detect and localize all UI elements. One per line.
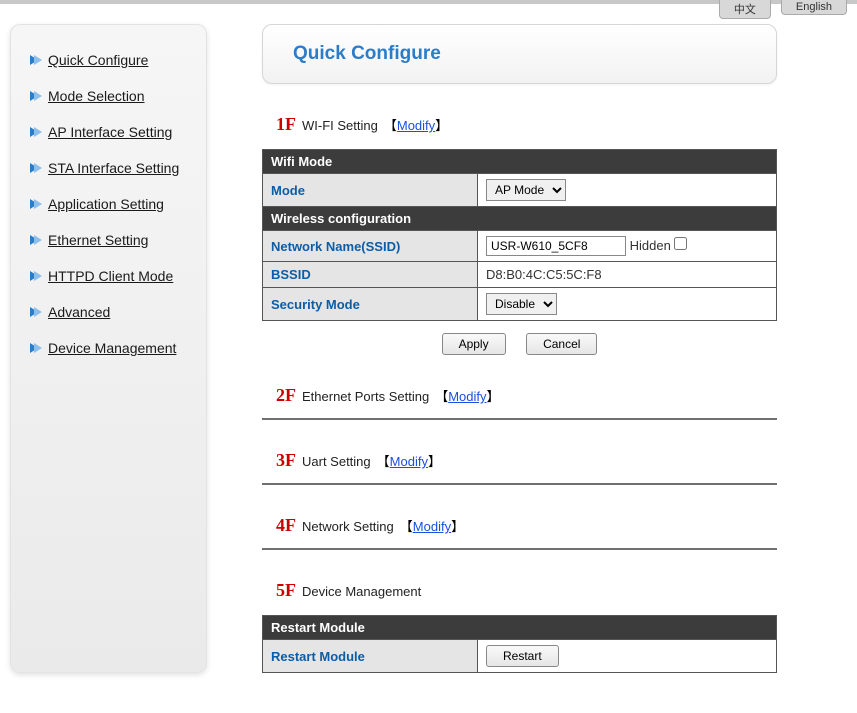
section-label: Device Management	[302, 584, 421, 599]
security-mode-select[interactable]: Disable	[486, 293, 557, 315]
section-number: 4F	[276, 515, 296, 536]
sidebar-item-label: STA Interface Setting	[48, 160, 179, 176]
section-number: 1F	[276, 114, 296, 135]
restart-label: Restart Module	[263, 640, 478, 673]
page-header: Quick Configure	[262, 24, 777, 84]
arrow-right-icon	[28, 125, 42, 139]
sidebar-item-httpd[interactable]: HTTPD Client Mode	[18, 258, 199, 294]
bssid-value: D8:B0:4C:C5:5C:F8	[478, 262, 777, 288]
arrow-right-icon	[28, 305, 42, 319]
section-uart-heading: 3F Uart Setting 【Modify】	[262, 450, 777, 471]
restart-table: Restart Module Restart Module Restart	[262, 615, 777, 673]
sidebar-item-ethernet[interactable]: Ethernet Setting	[18, 222, 199, 258]
security-mode-label: Security Mode	[263, 288, 478, 321]
sidebar-item-label: Ethernet Setting	[48, 232, 148, 248]
modify-uart-link[interactable]: Modify	[390, 454, 428, 469]
sidebar-item-label: Application Setting	[48, 196, 164, 212]
hidden-label: Hidden	[630, 238, 671, 253]
sidebar-item-sta-interface[interactable]: STA Interface Setting	[18, 150, 199, 186]
sidebar-item-label: Quick Configure	[48, 52, 148, 68]
arrow-right-icon	[28, 161, 42, 175]
arrow-right-icon	[28, 269, 42, 283]
section-label: Network Setting	[302, 519, 394, 534]
sidebar: Quick Configure Mode Selection AP Interf…	[10, 24, 207, 673]
divider	[262, 418, 777, 420]
sidebar-item-label: Advanced	[48, 304, 110, 320]
sidebar-item-application[interactable]: Application Setting	[18, 186, 199, 222]
section-label: Ethernet Ports Setting	[302, 389, 429, 404]
sidebar-item-label: Device Management	[48, 340, 176, 356]
section-number: 2F	[276, 385, 296, 406]
section-number: 5F	[276, 580, 296, 601]
section-label: WI-FI Setting	[302, 118, 378, 133]
sidebar-item-label: HTTPD Client Mode	[48, 268, 173, 284]
section-network-heading: 4F Network Setting 【Modify】	[262, 515, 777, 536]
modify-ethernet-link[interactable]: Modify	[448, 389, 486, 404]
arrow-right-icon	[28, 197, 42, 211]
sidebar-item-mode-selection[interactable]: Mode Selection	[18, 78, 199, 114]
lang-zh-button[interactable]: 中文	[719, 0, 771, 19]
hidden-checkbox[interactable]	[674, 237, 687, 250]
arrow-right-icon	[28, 89, 42, 103]
sidebar-item-label: AP Interface Setting	[48, 124, 172, 140]
apply-button[interactable]: Apply	[442, 333, 506, 355]
wifi-mode-group-header: Wifi Mode	[263, 150, 777, 174]
section-wifi-heading: 1F WI-FI Setting 【Modify】	[262, 114, 777, 135]
sidebar-item-device-management[interactable]: Device Management	[18, 330, 199, 366]
lang-en-button[interactable]: English	[781, 0, 847, 15]
section-number: 3F	[276, 450, 296, 471]
page-title: Quick Configure	[293, 43, 746, 65]
sidebar-item-label: Mode Selection	[48, 88, 145, 104]
modify-network-link[interactable]: Modify	[413, 519, 451, 534]
cancel-button[interactable]: Cancel	[526, 333, 597, 355]
bssid-label: BSSID	[263, 262, 478, 288]
sidebar-item-advanced[interactable]: Advanced	[18, 294, 199, 330]
ssid-label: Network Name(SSID)	[263, 231, 478, 262]
sidebar-item-ap-interface[interactable]: AP Interface Setting	[18, 114, 199, 150]
section-label: Uart Setting	[302, 454, 371, 469]
modify-wifi-link[interactable]: Modify	[397, 118, 435, 133]
arrow-right-icon	[28, 341, 42, 355]
section-ethernet-heading: 2F Ethernet Ports Setting 【Modify】	[262, 385, 777, 406]
wireless-config-group-header: Wireless configuration	[263, 207, 777, 231]
divider	[262, 483, 777, 485]
divider	[262, 548, 777, 550]
wifi-config-table: Wifi Mode Mode AP Mode Wireless configur…	[262, 149, 777, 321]
mode-select[interactable]: AP Mode	[486, 179, 566, 201]
restart-group-header: Restart Module	[263, 616, 777, 640]
arrow-right-icon	[28, 233, 42, 247]
main: Quick Configure 1F WI-FI Setting 【Modify…	[262, 24, 787, 673]
ssid-input[interactable]	[486, 236, 626, 256]
sidebar-item-quick-configure[interactable]: Quick Configure	[18, 42, 199, 78]
arrow-right-icon	[28, 53, 42, 67]
restart-button[interactable]: Restart	[486, 645, 559, 667]
mode-label: Mode	[263, 174, 478, 207]
section-device-management-heading: 5F Device Management	[262, 580, 777, 601]
